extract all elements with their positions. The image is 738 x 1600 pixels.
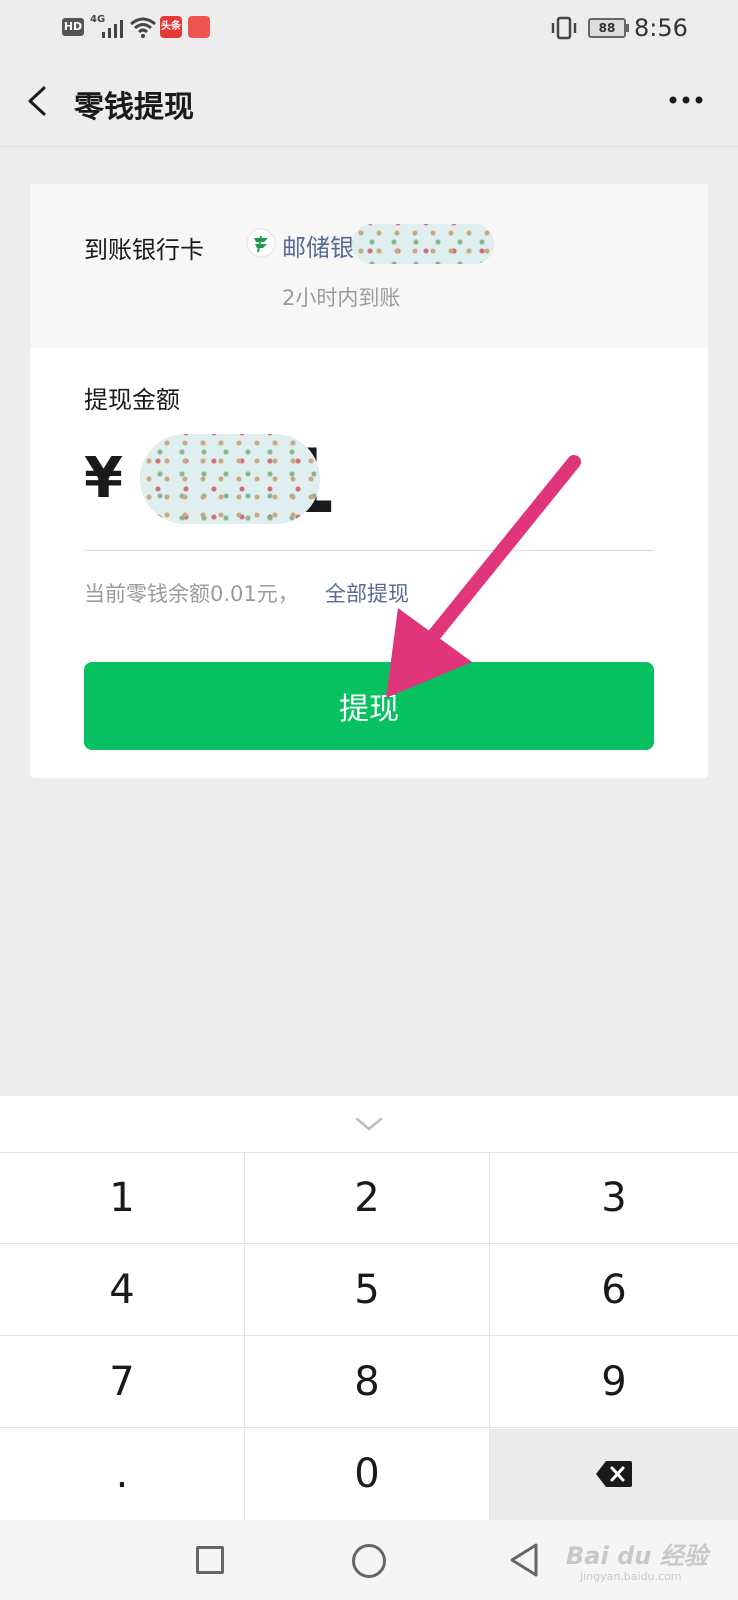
balance-text: 当前零钱余额0.01元， bbox=[84, 582, 299, 606]
battery-icon: 88 bbox=[588, 18, 626, 38]
toutiao-app-icon: 头条 bbox=[160, 16, 182, 38]
amount-label: 提现金额 bbox=[84, 386, 180, 414]
key-5[interactable]: 5 bbox=[245, 1245, 490, 1336]
clock: 8:56 bbox=[634, 14, 688, 42]
baidu-watermark-url: jingyan.baidu.com bbox=[580, 1570, 682, 1583]
annotation-arrow-icon bbox=[386, 455, 581, 698]
bank-name: 邮储银 bbox=[282, 234, 354, 262]
backspace-icon bbox=[596, 1461, 632, 1487]
key-delete[interactable] bbox=[490, 1429, 738, 1520]
bank-section[interactable] bbox=[30, 184, 708, 348]
key-6[interactable]: 6 bbox=[490, 1245, 738, 1336]
bank-card-label: 到账银行卡 bbox=[84, 236, 204, 264]
postal-bank-logo-icon bbox=[246, 228, 276, 258]
withdraw-card: 到账银行卡 邮储银 2小时内到账 提现金额 ¥ 1 当前零钱余额0.01元， 全… bbox=[30, 184, 708, 778]
home-icon[interactable] bbox=[352, 1544, 386, 1578]
key-0[interactable]: 0 bbox=[245, 1429, 490, 1520]
keypad-grid: 1 2 3 4 5 6 7 8 9 . 0 bbox=[0, 1152, 738, 1521]
arrival-time: 2小时内到账 bbox=[282, 286, 401, 310]
signal-icon bbox=[102, 20, 123, 38]
page-title: 零钱提现 bbox=[74, 90, 194, 125]
back-arrow-icon[interactable] bbox=[24, 86, 54, 116]
key-4[interactable]: 4 bbox=[0, 1245, 245, 1336]
number-keypad: 1 2 3 4 5 6 7 8 9 . 0 bbox=[0, 1096, 738, 1520]
redacted-amount bbox=[140, 434, 320, 524]
hd-icon: HD bbox=[62, 18, 84, 36]
key-dot[interactable]: . bbox=[0, 1429, 245, 1520]
chevron-down-icon[interactable] bbox=[354, 1114, 384, 1134]
system-nav-bar: Bai du 经验 jingyan.baidu.com bbox=[0, 1520, 738, 1600]
wifi-icon bbox=[130, 17, 156, 38]
nav-bar: 零钱提现 bbox=[0, 56, 738, 147]
huawei-app-icon bbox=[188, 16, 210, 38]
key-1[interactable]: 1 bbox=[0, 1153, 245, 1244]
system-back-icon[interactable] bbox=[508, 1542, 540, 1578]
key-2[interactable]: 2 bbox=[245, 1153, 490, 1244]
redacted-bank-name bbox=[352, 224, 494, 264]
key-7[interactable]: 7 bbox=[0, 1337, 245, 1428]
battery-tip bbox=[626, 24, 629, 32]
baidu-watermark: Bai du 经验 bbox=[566, 1542, 708, 1570]
more-options-icon[interactable] bbox=[668, 94, 704, 106]
recent-apps-icon[interactable] bbox=[196, 1546, 224, 1574]
vibrate-icon bbox=[551, 16, 577, 40]
status-bar: HD 4G 头条 88 8:56 bbox=[0, 0, 738, 56]
key-3[interactable]: 3 bbox=[490, 1153, 738, 1244]
key-8[interactable]: 8 bbox=[245, 1337, 490, 1428]
key-9[interactable]: 9 bbox=[490, 1337, 738, 1428]
currency-symbol: ¥ bbox=[84, 446, 123, 511]
